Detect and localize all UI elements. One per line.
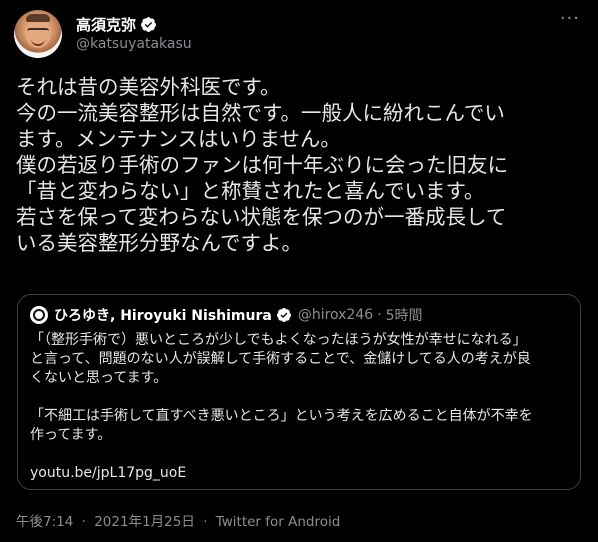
separator-dot: · bbox=[81, 514, 86, 530]
quoted-author-handle: @hirox246 bbox=[297, 307, 374, 323]
tweet-line: それは昔の美容外科医です。 bbox=[16, 75, 281, 99]
tweet-line: 「昔と変わらない」と称賛されたと喜んでいます。 bbox=[16, 179, 485, 203]
quoted-tweet-time: 5時間 bbox=[385, 308, 423, 324]
tweet-date[interactable]: 2021年1月25日 bbox=[94, 514, 195, 530]
quoted-tweet[interactable]: ひろゆき, Hiroyuki Nishimura @hirox246 · 5時間… bbox=[17, 294, 581, 490]
tweet-time[interactable]: 午後7:14 bbox=[16, 514, 73, 530]
more-options-icon[interactable]: ··· bbox=[560, 10, 580, 28]
tweet-text: それは昔の美容外科医です。 今の一流美容整形は自然です。一般人に紛れこんでい ま… bbox=[16, 74, 588, 256]
tweet-meta: 午後7:14 · 2021年1月25日 · Twitter for Androi… bbox=[16, 510, 340, 530]
quoted-tweet-header: ひろゆき, Hiroyuki Nishimura @hirox246 · 5時間 bbox=[30, 305, 423, 325]
quoted-line: くないと思ってます。 bbox=[30, 370, 168, 386]
quoted-line: 「不細工は手術して直すべき悪いところ」という考えを広めること自体が不幸を bbox=[30, 408, 533, 424]
author-name[interactable]: 高須克弥 bbox=[76, 14, 136, 35]
author-name-row[interactable]: 高須克弥 bbox=[76, 14, 157, 35]
separator-dot: · bbox=[203, 514, 208, 530]
quoted-tweet-text: 「（整形手術で）悪いところが少しでもよくなったほうが女性が幸せになれる」 と言っ… bbox=[30, 331, 570, 483]
quoted-author-avatar bbox=[30, 306, 48, 324]
quoted-author-name: ひろゆき, Hiroyuki Nishimura bbox=[54, 308, 272, 324]
tweet-line: 僕の若返り手術のファンは何十年ぶりに会った旧友に bbox=[16, 153, 508, 177]
tweet-line: 今の一流美容整形は自然です。一般人に紛れこんでい bbox=[16, 101, 505, 125]
verified-badge-icon bbox=[141, 17, 156, 32]
tweet-card: 高須克弥 @katsuyatakasu ··· それは昔の美容外科医です。 今の… bbox=[0, 0, 598, 542]
quoted-line: と言って、問題のない人が誤解して手術することで、金儲けしてる人の考えが良 bbox=[30, 351, 531, 367]
verified-badge-icon bbox=[276, 308, 291, 322]
tweet-line: ます。メンテナンスはいりません。 bbox=[16, 127, 341, 151]
author-avatar[interactable] bbox=[14, 10, 62, 58]
quoted-line: 「（整形手術で）悪いところが少しでもよくなったほうが女性が幸せになれる」 bbox=[30, 332, 527, 348]
quoted-line: 作ってます。 bbox=[30, 427, 112, 443]
separator-dot: · bbox=[377, 307, 382, 323]
quoted-link[interactable]: youtu.be/jpL17pg_uoE bbox=[30, 464, 570, 483]
tweet-line: いる美容整形分野なんですよ。 bbox=[16, 231, 302, 255]
tweet-source[interactable]: Twitter for Android bbox=[216, 514, 341, 530]
author-handle[interactable]: @katsuyatakasu bbox=[76, 36, 192, 52]
tweet-line: 若さを保って変わらない状態を保つのが一番成長して bbox=[16, 205, 507, 229]
